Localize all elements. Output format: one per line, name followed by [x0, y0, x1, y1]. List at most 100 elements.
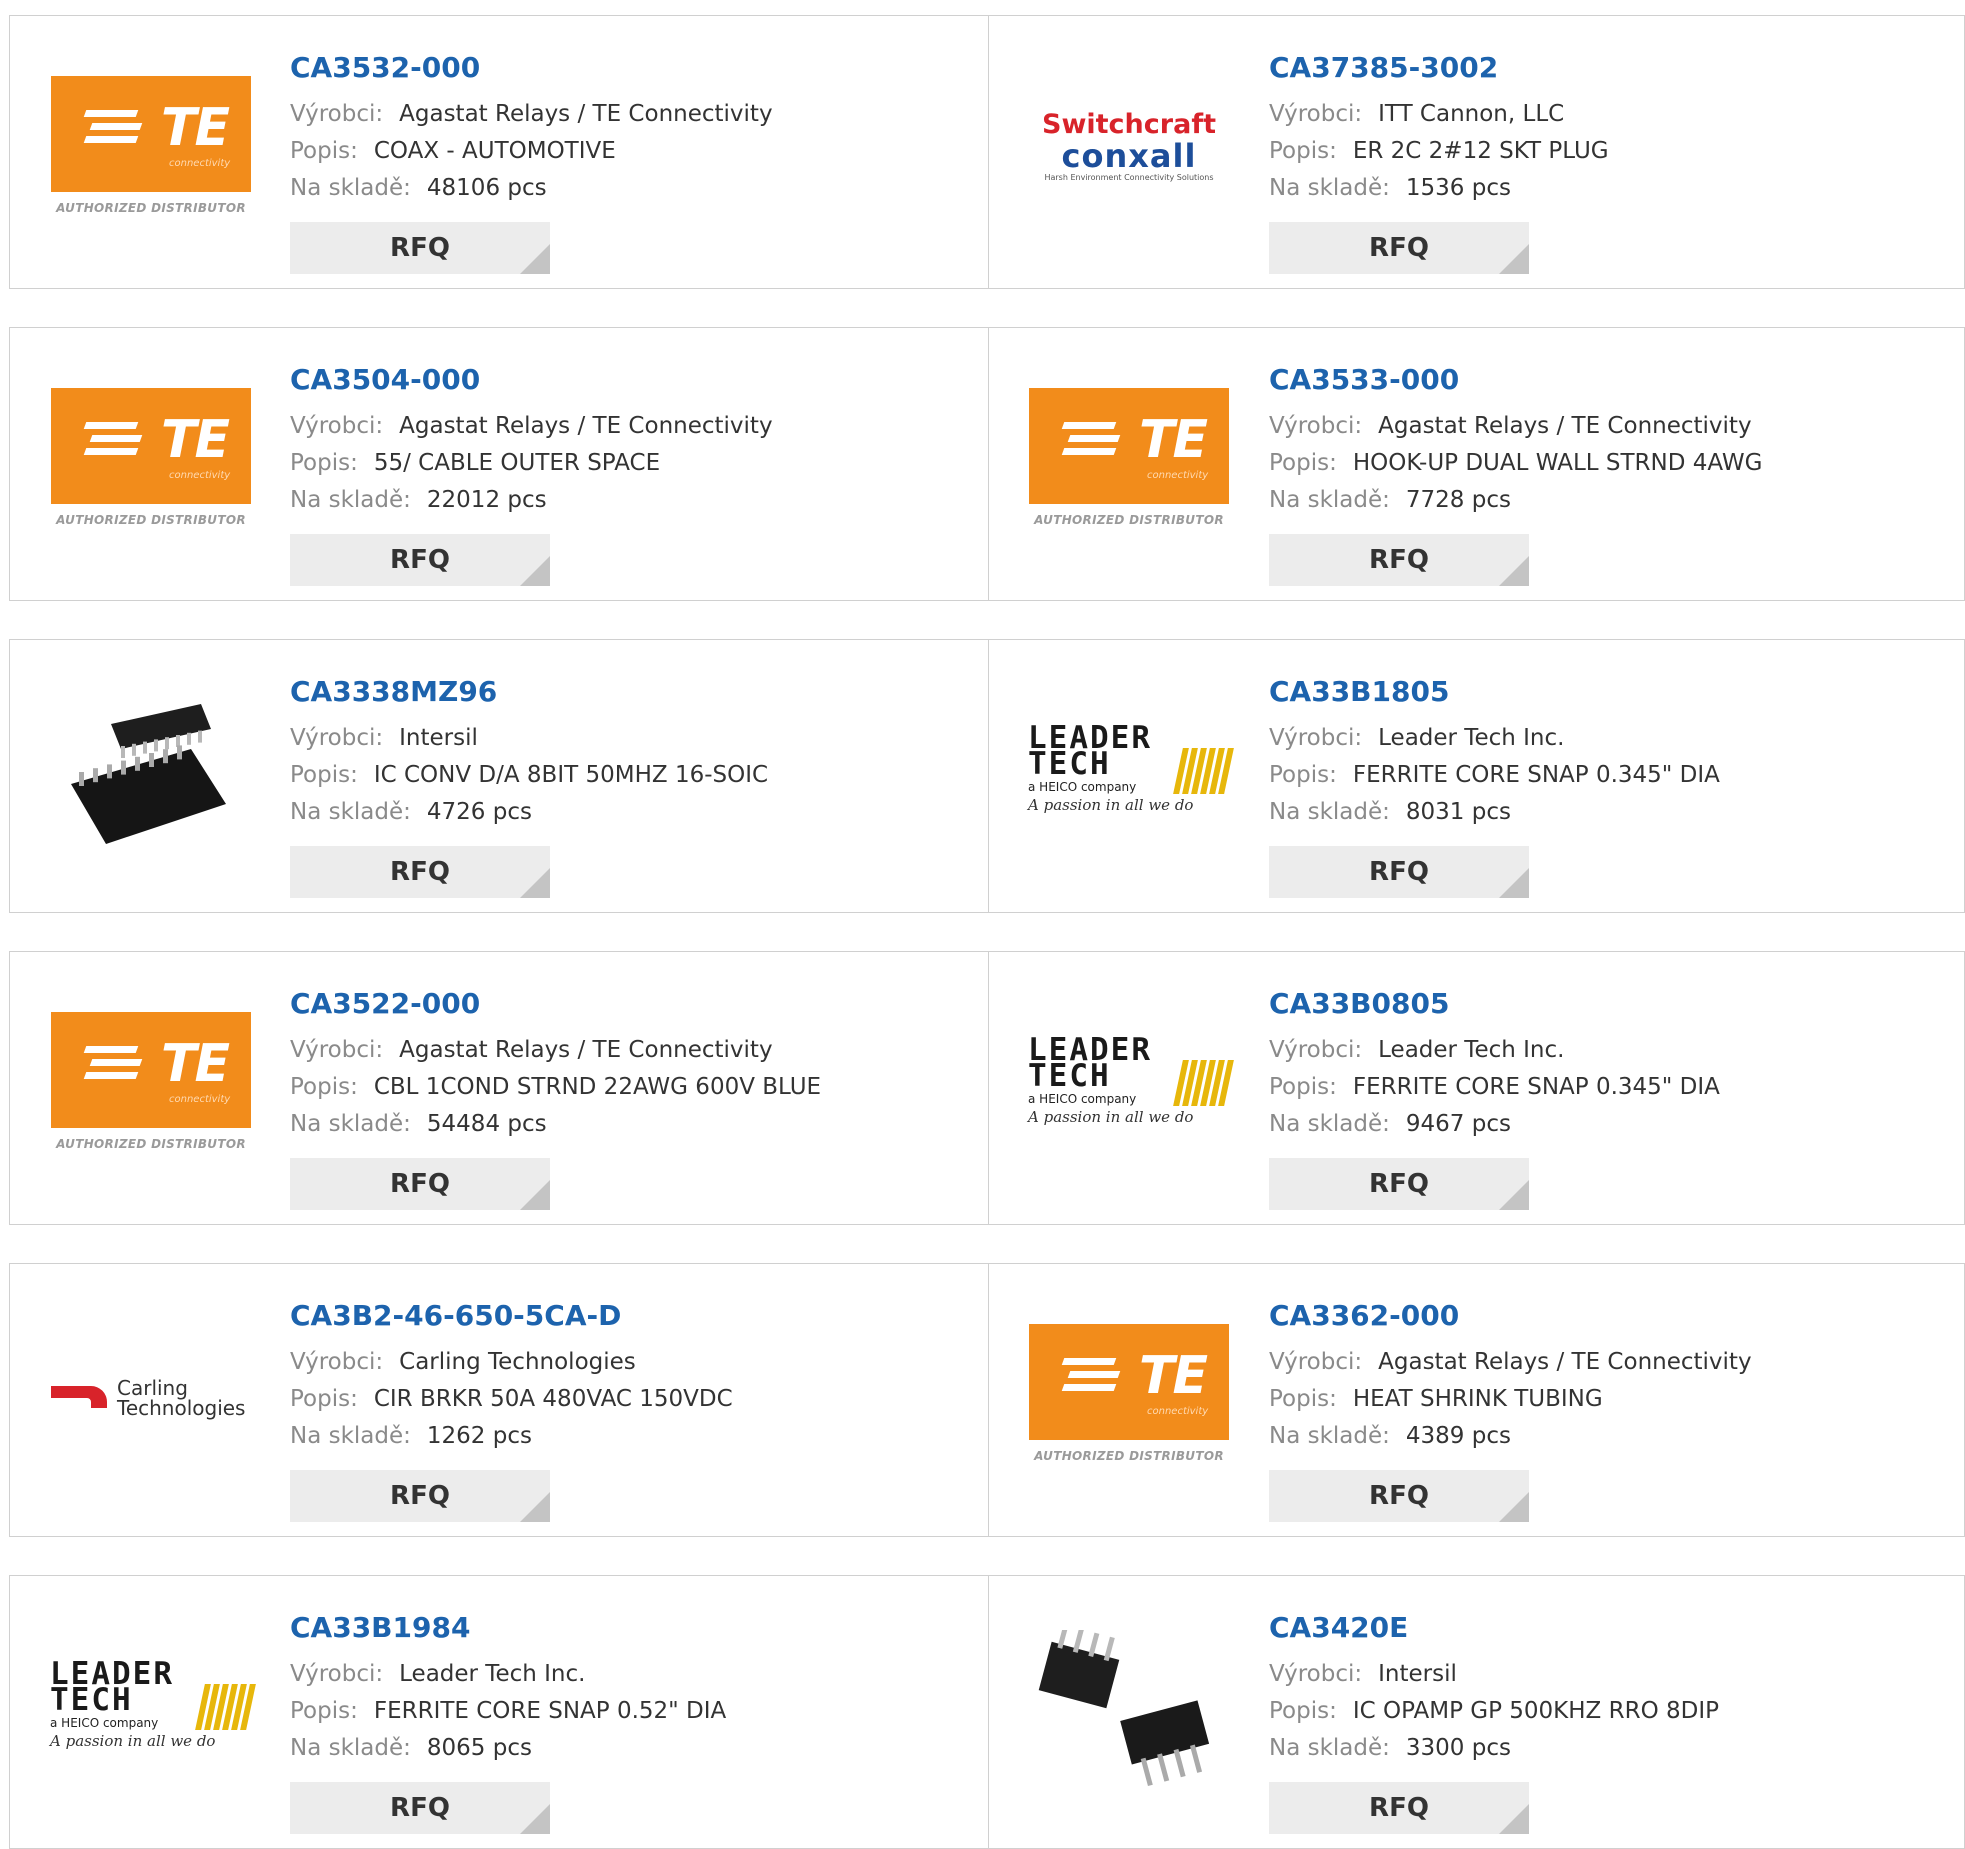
manufacturer-value: Agastat Relays / TE Connectivity	[399, 101, 773, 127]
part-number-link[interactable]: CA3532-000	[290, 50, 978, 86]
part-number-link[interactable]: CA3420E	[1269, 1610, 1956, 1646]
rfq-button[interactable]: RFQ	[290, 1782, 550, 1834]
corner-triangle-icon	[1499, 1180, 1529, 1210]
manufacturer-label: Výrobci:	[1269, 1037, 1363, 1063]
rfq-label: RFQ	[1369, 857, 1429, 887]
stock-value: 7728 pcs	[1405, 487, 1511, 513]
rfq-button[interactable]: RFQ	[1269, 846, 1529, 898]
manufacturer-logo: TE connectivity AUTHORIZED DISTRIBUTOR	[50, 70, 252, 230]
te-bar	[83, 448, 139, 455]
manufacturer-logo: TE connectivity AUTHORIZED DISTRIBUTOR	[50, 382, 252, 542]
corner-triangle-icon	[1499, 244, 1529, 274]
stock-value: 1536 pcs	[1405, 175, 1511, 201]
rfq-button[interactable]: RFQ	[290, 846, 550, 898]
stock-value: 48106 pcs	[426, 175, 547, 201]
stock-value: 22012 pcs	[426, 487, 547, 513]
part-number-link[interactable]: CA33B0805	[1269, 986, 1956, 1022]
manufacturer-value: Leader Tech Inc.	[1378, 725, 1565, 751]
dip-chip-image	[1038, 1630, 1210, 1787]
manufacturer-row: Výrobci: ITT Cannon, LLC	[1269, 96, 1956, 133]
description-value: IC OPAMP GP 500KHZ RRO 8DIP	[1352, 1698, 1719, 1724]
rfq-label: RFQ	[390, 233, 450, 263]
manufacturer-value: Agastat Relays / TE Connectivity	[399, 1037, 773, 1063]
te-logo-background: TE connectivity	[1029, 388, 1229, 504]
rfq-label: RFQ	[390, 1793, 450, 1823]
switchcraft-logo-text: Switchcraft	[1042, 109, 1216, 140]
corner-triangle-icon	[1499, 1804, 1529, 1834]
chip-pin	[135, 756, 140, 771]
description-label: Popis:	[290, 1074, 358, 1100]
corner-triangle-icon	[520, 244, 550, 274]
rfq-button[interactable]: RFQ	[1269, 1782, 1529, 1834]
stock-row: Na skladě: 4389 pcs	[1269, 1418, 1956, 1455]
rfq-button[interactable]: RFQ	[1269, 1470, 1529, 1522]
rfq-button[interactable]: RFQ	[290, 1158, 550, 1210]
manufacturer-logo	[50, 694, 252, 854]
chip-body-large	[71, 749, 226, 844]
description-row: Popis: IC CONV D/A 8BIT 50MHZ 16-SOIC	[290, 757, 978, 794]
part-number-link[interactable]: CA3522-000	[290, 986, 978, 1022]
te-logo-text: TE	[161, 410, 230, 470]
part-number-link[interactable]: CA33B1805	[1269, 674, 1956, 710]
part-number-link[interactable]: CA33B1984	[290, 1610, 978, 1646]
stock-row: Na skladě: 8031 pcs	[1269, 794, 1956, 831]
description-value: CIR BRKR 50A 480VAC 150VDC	[373, 1386, 733, 1412]
stock-label: Na skladě:	[290, 1423, 411, 1449]
description-label: Popis:	[290, 450, 358, 476]
part-number-link[interactable]: CA3B2-46-650-5CA-D	[290, 1298, 978, 1334]
dip-pin	[1157, 1753, 1170, 1782]
leader-tech-logo: LEADER TECH a HEICO company A passion in al…	[1028, 723, 1234, 824]
rfq-button[interactable]: RFQ	[290, 534, 550, 586]
chip-pin	[121, 746, 125, 758]
manufacturer-logo	[1028, 1630, 1230, 1790]
te-bar	[1061, 1384, 1117, 1391]
product-card: LEADER TECH a HEICO company A passion in al…	[10, 1576, 988, 1848]
description-label: Popis:	[290, 138, 358, 164]
stock-value: 3300 pcs	[1405, 1735, 1511, 1761]
rfq-button[interactable]: RFQ	[1269, 222, 1529, 274]
product-row: TE connectivity AUTHORIZED DISTRIBUTOR CA35…	[9, 951, 1965, 1225]
product-row: TE connectivity AUTHORIZED DISTRIBUTOR CA35…	[9, 15, 1965, 289]
switchcraft-conxall-logo: Switchcraft conxall Harsh Environment Conn…	[1029, 110, 1229, 190]
rfq-button[interactable]: RFQ	[1269, 1158, 1529, 1210]
stock-value: 54484 pcs	[426, 1111, 547, 1137]
manufacturer-label: Výrobci:	[290, 725, 384, 751]
description-value: HEAT SHRINK TUBING	[1352, 1386, 1603, 1412]
description-label: Popis:	[1269, 1386, 1337, 1412]
heico-label: a HEICO company	[1028, 1092, 1137, 1106]
heico-label: a HEICO company	[1028, 780, 1137, 794]
rfq-label: RFQ	[1369, 1481, 1429, 1511]
rfq-label: RFQ	[1369, 233, 1429, 263]
te-logo-background: TE connectivity	[1029, 1324, 1229, 1440]
description-value: ER 2C 2#12 SKT PLUG	[1352, 138, 1609, 164]
manufacturer-label: Výrobci:	[290, 1661, 384, 1687]
part-number-link[interactable]: CA3338MZ96	[290, 674, 978, 710]
te-bar	[1067, 435, 1121, 442]
stock-value: 1262 pcs	[426, 1423, 532, 1449]
description-value: 55/ CABLE OUTER SPACE	[373, 450, 661, 476]
te-logo-subtext: connectivity	[1147, 1406, 1209, 1417]
manufacturer-row: Výrobci: Agastat Relays / TE Connectivity	[290, 96, 978, 133]
product-info: CA3522-000 Výrobci: Agastat Relays / TE Co…	[290, 986, 978, 1143]
rfq-button[interactable]: RFQ	[290, 1470, 550, 1522]
rfq-button[interactable]: RFQ	[290, 222, 550, 274]
chip-pin	[187, 732, 191, 745]
chip-pin	[121, 760, 126, 775]
te-bar	[83, 136, 139, 143]
description-row: Popis: CIR BRKR 50A 480VAC 150VDC	[290, 1381, 978, 1418]
description-label: Popis:	[1269, 450, 1337, 476]
rfq-label: RFQ	[390, 857, 450, 887]
rfq-button[interactable]: RFQ	[1269, 534, 1529, 586]
manufacturer-value: Leader Tech Inc.	[399, 1661, 586, 1687]
part-number-link[interactable]: CA3362-000	[1269, 1298, 1956, 1334]
part-number-link[interactable]: CA3504-000	[290, 362, 978, 398]
description-label: Popis:	[1269, 762, 1337, 788]
chip-pin	[154, 739, 158, 752]
stock-label: Na skladě:	[290, 799, 411, 825]
dip-pin	[1173, 1748, 1186, 1778]
part-number-link[interactable]: CA37385-3002	[1269, 50, 1956, 86]
dip-pin	[1088, 1632, 1100, 1658]
part-number-link[interactable]: CA3533-000	[1269, 362, 1956, 398]
manufacturer-row: Výrobci: Leader Tech Inc.	[1269, 720, 1956, 757]
chip-pin	[79, 772, 84, 786]
